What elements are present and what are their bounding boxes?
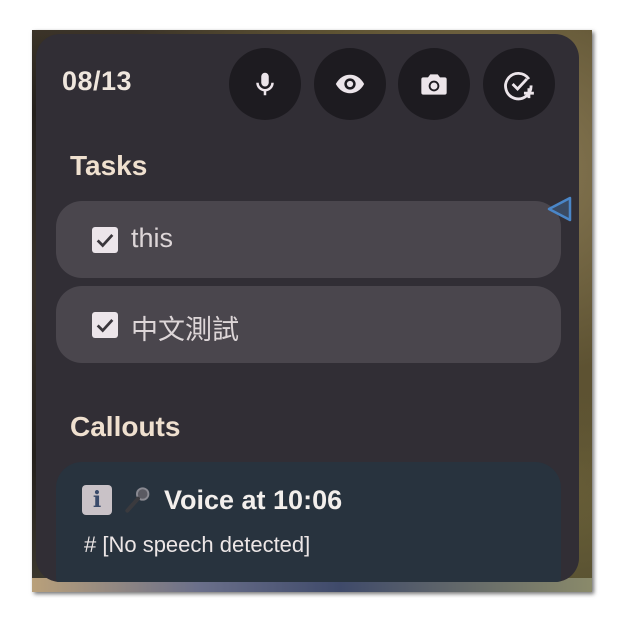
- task-label: 中文測試: [131, 315, 239, 345]
- checkmark-icon: [96, 234, 114, 248]
- callout-title: Voice at 10:06: [164, 484, 343, 515]
- panel-header: 08/13: [36, 34, 579, 134]
- microphone-button[interactable]: [229, 48, 301, 120]
- callout-title-row: i Voice at 10:06: [82, 484, 342, 516]
- floating-panel: 08/13 Tasks this 中文測試 Callouts i Voice a…: [36, 34, 579, 582]
- checkmark-icon: [96, 319, 114, 333]
- microphone-emoji-icon: [125, 487, 150, 513]
- side-tab-arrow-icon[interactable]: [546, 196, 574, 222]
- task-checkbox[interactable]: [92, 312, 118, 338]
- task-item[interactable]: 中文測試: [56, 286, 561, 363]
- camera-icon: [421, 74, 447, 95]
- camera-button[interactable]: [398, 48, 470, 120]
- callout-card[interactable]: i Voice at 10:06 # [No speech detected]: [56, 462, 561, 582]
- callout-body: # [No speech detected]: [84, 532, 311, 557]
- callouts-heading: Callouts: [70, 411, 181, 442]
- eye-button[interactable]: [314, 48, 386, 120]
- task-counter: 08/13: [62, 66, 133, 96]
- task-label: this: [131, 223, 174, 253]
- info-icon: i: [82, 485, 112, 515]
- tasks-heading: Tasks: [70, 150, 148, 181]
- add-task-button[interactable]: [483, 48, 555, 120]
- microphone-icon: [256, 72, 274, 96]
- add-task-icon: [504, 71, 534, 101]
- task-checkbox[interactable]: [92, 227, 118, 253]
- eye-icon: [335, 74, 365, 94]
- task-item[interactable]: this: [56, 201, 561, 278]
